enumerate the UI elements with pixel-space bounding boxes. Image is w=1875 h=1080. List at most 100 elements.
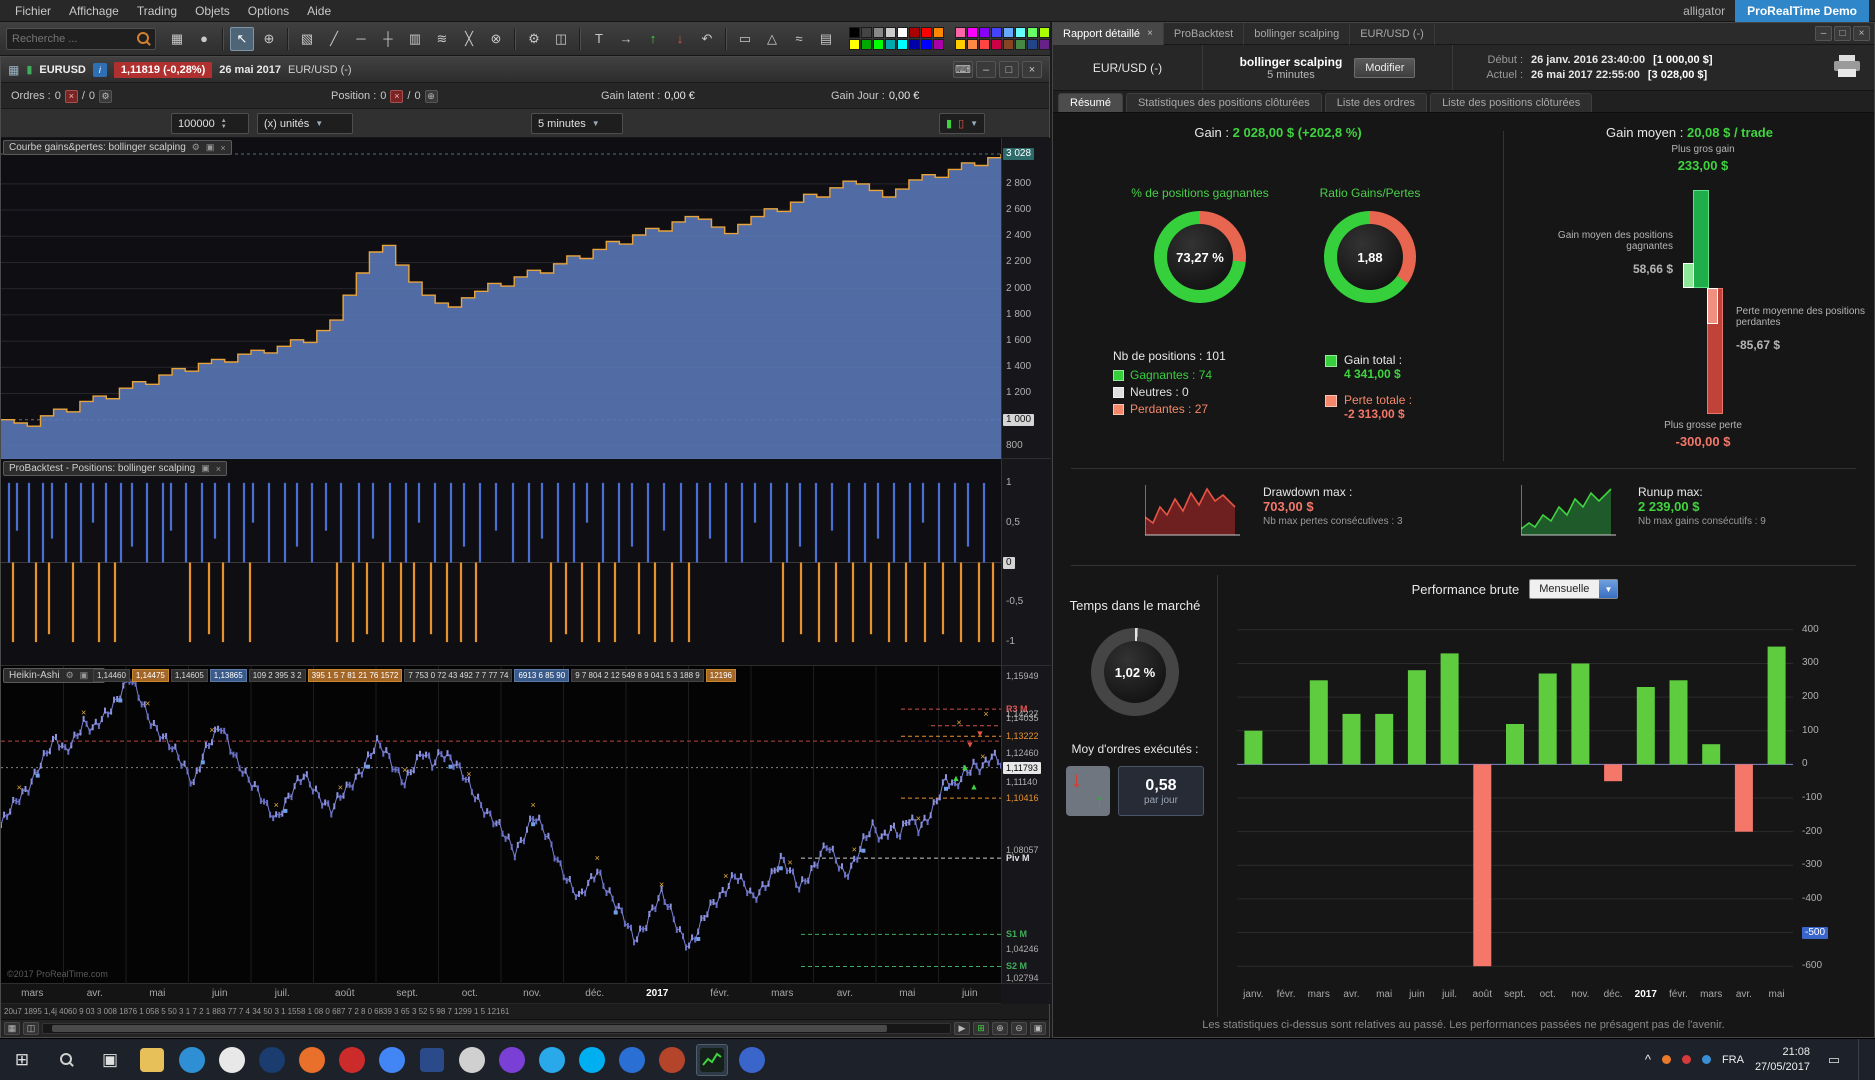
equity-panel-title[interactable]: Courbe gains&pertes: bollinger scalping … (3, 140, 232, 155)
stepper-arrows-icon[interactable]: ▲ ▼ (221, 118, 227, 130)
palette-color-swatch[interactable] (909, 39, 920, 50)
close-position-icon[interactable]: × (390, 89, 404, 103)
palette-color-swatch[interactable] (861, 39, 872, 50)
split-tool-icon[interactable]: ◫ (549, 27, 573, 51)
report-tab-1[interactable]: Rapport détaillé × (1053, 22, 1164, 45)
brush-tool-icon[interactable]: ▧ (295, 27, 319, 51)
close-button[interactable]: × (1022, 61, 1042, 78)
report-tab-4[interactable]: EUR/USD (-) (1350, 22, 1435, 45)
cursor-tool-icon[interactable]: ↖ (230, 26, 254, 51)
window-icon[interactable]: ▣ (206, 142, 215, 153)
palette-color-swatch[interactable] (921, 27, 932, 38)
palette-color-swatch[interactable] (861, 27, 872, 38)
taskbar-app-chrome-browser[interactable] (217, 1045, 247, 1075)
palette-color-swatch[interactable] (909, 27, 920, 38)
taskbar-app-edge-browser[interactable] (177, 1045, 207, 1075)
equity-price-axis[interactable]: 3 028 2 800 2 600 2 400 2 200 2 000 1 800 1 600… (1001, 138, 1051, 458)
palette-color-swatch[interactable] (897, 27, 908, 38)
palette-color-swatch[interactable] (849, 27, 860, 38)
taskbar-app-app-red[interactable] (657, 1045, 687, 1075)
tray-app-icon[interactable] (1661, 1055, 1671, 1064)
taskbar-app-app-azure[interactable] (737, 1045, 767, 1075)
orders-settings-icon[interactable]: ⚙ (99, 89, 113, 103)
arrow-tool-icon[interactable]: → (614, 27, 638, 51)
window-menu-icon[interactable]: ▦ (8, 63, 19, 77)
chart-window-titlebar[interactable]: ▦ ▮ EURUSD i 1,11819 (-0,28%) 26 mai 201… (1, 57, 1049, 83)
nav-tab-1[interactable]: Résumé (1058, 93, 1123, 112)
undo-icon[interactable]: ↶ (695, 27, 719, 51)
palette-color-swatch[interactable] (1027, 27, 1038, 38)
start-button[interactable]: ⊞ (0, 1039, 44, 1080)
palette-color-swatch[interactable] (921, 39, 932, 50)
minimize-button[interactable]: – (1815, 26, 1832, 41)
menu-fichier[interactable]: Fichier (6, 2, 60, 20)
maximize-button[interactable]: □ (1834, 26, 1851, 41)
taskbar-app-app-light[interactable] (457, 1045, 487, 1075)
nav-tab-3[interactable]: Liste des ordres (1324, 93, 1428, 112)
wrench-icon[interactable]: ⚙ (66, 670, 74, 681)
palette-color-swatch[interactable] (991, 27, 1002, 38)
scrollbar-thumb[interactable] (52, 1025, 887, 1032)
price-axis[interactable]: 1,15949 R3 M 1,14227 1,14035 1,13222 1,12460 1… (1001, 666, 1051, 983)
search-input[interactable] (12, 32, 137, 45)
wave-tool-icon[interactable]: ≈ (787, 27, 811, 51)
palette-color-swatch[interactable] (1015, 39, 1026, 50)
menu-options[interactable]: Options (239, 2, 298, 20)
rectangle-tool-icon[interactable]: ▭ (733, 27, 757, 51)
workspace-grid-icon[interactable]: ▦ (165, 27, 189, 51)
palette-color-swatch[interactable] (873, 39, 884, 50)
nav-tab-4[interactable]: Liste des positions clôturées (1430, 93, 1593, 112)
time-axis[interactable]: mars avr. mai juin juil. août sept. oct. nov. déc… (1, 984, 1001, 1004)
triangle-tool-icon[interactable]: △ (760, 27, 784, 51)
report-tab-2[interactable]: ProBacktest (1164, 22, 1245, 45)
window-icon[interactable]: ▣ (201, 463, 210, 474)
palette-color-swatch[interactable] (885, 39, 896, 50)
taskbar-app-telegram[interactable] (537, 1045, 567, 1075)
quantity-stepper[interactable]: 100000 ▲ ▼ (171, 113, 249, 134)
zoom-in-icon[interactable]: ⊕ (992, 1022, 1008, 1035)
position-search-icon[interactable]: ⊕ (424, 89, 438, 103)
palette-color-swatch[interactable] (1039, 39, 1050, 50)
hline-tool-icon[interactable]: ─ (349, 27, 373, 51)
taskbar-app-app-purple[interactable] (497, 1045, 527, 1075)
taskbar-app-prorealtime[interactable] (696, 1043, 728, 1076)
menu-trading[interactable]: Trading (128, 2, 186, 20)
price-chart[interactable]: ××××××× ×××××××××▲▲▲▼▼×× (1, 666, 1001, 984)
minimize-button[interactable]: – (976, 61, 996, 78)
notifications-button[interactable]: ▭ (1821, 1039, 1847, 1080)
cancel-orders-icon[interactable]: × (64, 89, 78, 103)
info-icon[interactable]: i (92, 62, 107, 77)
taskbar-app-app-blue[interactable] (617, 1045, 647, 1075)
window-icon[interactable]: ▣ (80, 670, 89, 681)
taskbar-app-file-explorer[interactable] (137, 1045, 167, 1075)
equity-chart[interactable] (1, 138, 1001, 459)
wrench-icon[interactable]: ⚙ (192, 142, 200, 153)
period-dropdown[interactable]: Mensuelle ▼ (1529, 579, 1619, 599)
close-button[interactable]: × (1853, 26, 1870, 41)
zoom-tool-icon[interactable]: ⊕ (257, 27, 281, 51)
horizontal-scrollbar[interactable] (42, 1023, 951, 1034)
palette-color-swatch[interactable] (991, 39, 1002, 50)
maximize-button[interactable]: □ (999, 61, 1019, 78)
nav-tab-2[interactable]: Statistiques des positions clôturées (1125, 93, 1322, 112)
taskbar-app-firefox-browser[interactable] (297, 1045, 327, 1075)
tab-close-icon[interactable]: × (1147, 28, 1153, 39)
search-button[interactable] (44, 1039, 88, 1080)
palette-color-swatch[interactable] (1003, 39, 1014, 50)
keyboard-icon[interactable]: ⌨ (953, 61, 973, 78)
palette-color-swatch[interactable] (885, 27, 896, 38)
palette-color-swatch[interactable] (849, 39, 860, 50)
add-chart-icon[interactable]: ⊞ (973, 1022, 989, 1035)
snapshot-icon[interactable]: ◫ (23, 1022, 39, 1035)
palette-color-swatch[interactable] (1015, 27, 1026, 38)
performance-chart[interactable] (1237, 613, 1793, 983)
palette-color-swatch[interactable] (979, 39, 990, 50)
palette-color-swatch[interactable] (1003, 27, 1014, 38)
clock[interactable]: 21:08 27/05/2017 (1755, 1045, 1810, 1075)
zoom-out-icon[interactable]: ⊖ (1011, 1022, 1027, 1035)
palette-color-swatch[interactable] (979, 27, 990, 38)
palette-color-swatch[interactable] (873, 27, 884, 38)
layout-icon[interactable]: ▦ (4, 1022, 20, 1035)
palette-color-swatch[interactable] (1039, 27, 1050, 38)
tray-expand-icon[interactable]: ^ (1645, 1052, 1651, 1067)
